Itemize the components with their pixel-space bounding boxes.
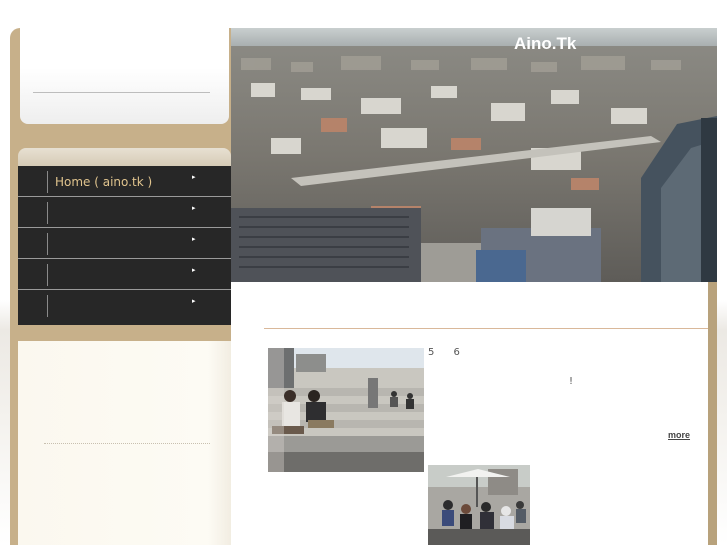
arrow-right-icon: ▸ <box>192 204 196 212</box>
nav-item-home[interactable]: Home ( aino.tk ) ▸ <box>18 166 231 197</box>
sidebar-divider <box>44 443 210 444</box>
nav-item-2[interactable]: ▸ <box>18 197 231 228</box>
logo-area <box>20 28 229 124</box>
nav-separator <box>47 171 48 193</box>
nav-item-5[interactable]: ▸ <box>18 290 231 322</box>
header-cityscape-image <box>231 28 717 282</box>
nav-item-4[interactable]: ▸ <box>18 259 231 290</box>
content-divider <box>264 328 708 329</box>
post-photo-cafe <box>428 465 530 545</box>
nav-separator <box>47 202 48 224</box>
nav-separator <box>47 295 48 317</box>
arrow-right-icon: ▸ <box>192 266 196 274</box>
more-link[interactable]: more <box>668 430 690 440</box>
nav-item-label: Home ( aino.tk ) <box>55 175 153 189</box>
post-date: 5 6 <box>428 347 468 358</box>
nav-separator <box>47 233 48 255</box>
main-navigation: Home ( aino.tk ) ▸ ▸ ▸ ▸ ▸ <box>18 166 231 325</box>
arrow-right-icon: ▸ <box>192 235 196 243</box>
arrow-right-icon: ▸ <box>192 173 196 181</box>
site-title: Aino.Tk <box>514 34 577 53</box>
post-photo-steps <box>268 348 424 472</box>
arrow-right-icon: ▸ <box>192 297 196 305</box>
post-text: ! <box>569 376 574 387</box>
nav-separator <box>47 264 48 286</box>
nav-item-3[interactable]: ▸ <box>18 228 231 259</box>
right-frame-edge <box>708 282 717 545</box>
menu-cap <box>18 148 231 166</box>
logo-divider <box>33 92 210 93</box>
menu-footer <box>18 325 231 341</box>
